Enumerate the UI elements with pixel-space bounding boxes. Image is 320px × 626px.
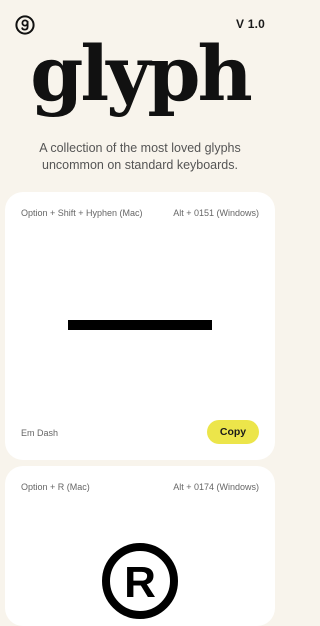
windows-shortcut: Alt + 0151 (Windows) — [173, 208, 259, 218]
mac-shortcut: Option + Shift + Hyphen (Mac) — [21, 208, 143, 218]
mac-shortcut: Option + R (Mac) — [21, 482, 90, 492]
tagline-line-1: A collection of the most loved glyphs — [39, 141, 241, 155]
glyph-wordmark: glyph — [30, 29, 253, 118]
tagline-line-2: uncommon on standard keyboards. — [42, 158, 238, 172]
copy-button[interactable]: Copy — [207, 420, 259, 444]
registered-trademark-glyph-icon: R — [102, 543, 178, 619]
glyph-card-registered: Option + R (Mac) Alt + 0174 (Windows) R — [5, 466, 275, 626]
glyph-name: Em Dash — [21, 428, 59, 438]
glyph-card-em-dash: Option + Shift + Hyphen (Mac) Alt + 0151… — [5, 192, 275, 460]
windows-shortcut: Alt + 0174 (Windows) — [173, 482, 259, 492]
registered-letter: R — [124, 558, 156, 607]
tagline: A collection of the most loved glyphs un… — [20, 140, 260, 174]
em-dash-glyph-icon — [68, 320, 212, 330]
